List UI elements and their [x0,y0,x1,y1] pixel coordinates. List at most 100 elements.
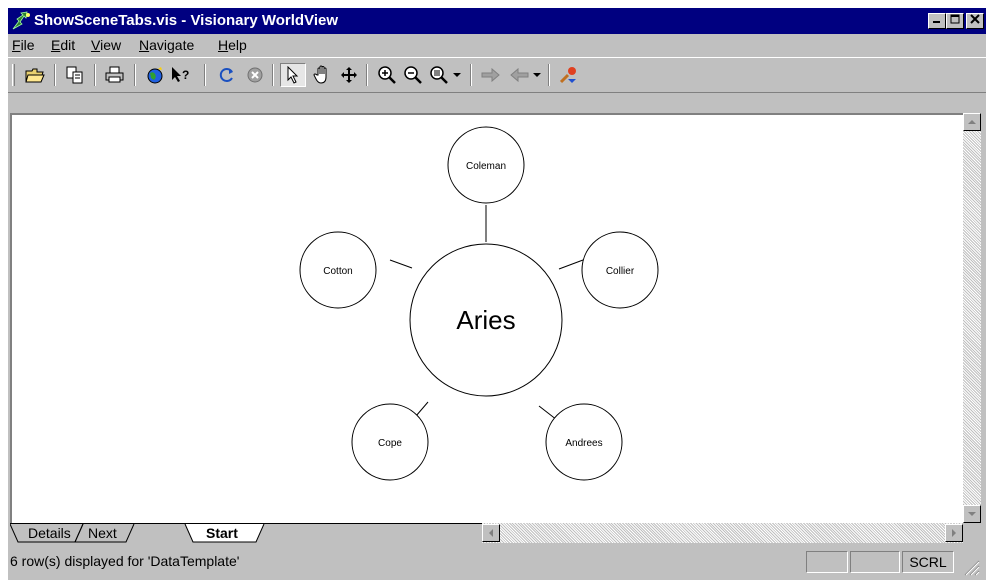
scene-graph[interactable]: Aries Coleman Collier Andrees Cope Cotto… [12,115,963,523]
tab-next[interactable]: Next [88,524,117,542]
node-coleman[interactable]: Coleman [447,126,525,204]
menu-edit[interactable]: Edit [51,37,75,53]
pan-tool-button[interactable] [310,63,336,87]
close-button[interactable] [966,13,984,29]
menu-navigate[interactable]: Navigate [139,37,194,53]
minimize-button[interactable] [928,13,946,29]
arrow-left-icon [489,529,493,537]
select-tool-button[interactable] [280,63,306,87]
node-cope[interactable]: Cope [351,403,429,481]
edge-cotton [389,259,413,269]
refresh-button[interactable] [214,63,240,87]
scroll-left-button[interactable] [482,524,500,542]
horizontal-scrollbar[interactable] [482,523,963,543]
zoom-out-button[interactable] [400,63,426,87]
open-button[interactable] [22,63,48,87]
title-bar[interactable]: ShowSceneTabs.vis - Visionary WorldView [8,8,986,34]
refresh-icon [219,68,233,82]
printer-icon [105,66,124,83]
back-icon [510,67,529,83]
node-cope-label: Cope [378,438,402,449]
stop-icon [247,67,263,83]
node-collier-label: Collier [606,266,635,277]
node-cotton-label: Cotton [323,266,352,277]
app-icon [12,11,30,30]
toolbar-separator [204,64,206,86]
forward-button[interactable] [478,63,504,87]
zoom-out-icon [404,66,422,84]
arrow-down-icon [968,512,976,516]
node-center-label: Aries [456,305,515,335]
toolbar-separator [54,64,56,86]
toolbar-separator [470,64,472,86]
toolbar-grip[interactable] [12,64,15,86]
link-icon [559,67,576,84]
copy-icon [66,66,83,84]
link-button[interactable] [556,63,582,87]
scroll-up-button[interactable] [963,113,981,131]
menu-view[interactable]: View [91,37,121,53]
status-bar: 6 row(s) displayed for 'DataTemplate' SC… [8,548,986,580]
status-pane-1 [806,551,848,573]
pan-hand-icon [313,65,327,84]
status-message: 6 row(s) displayed for 'DataTemplate' [10,553,240,569]
close-icon [970,14,980,24]
zoom-menu-icon [430,66,448,84]
toolbar-separator [366,64,368,86]
menu-bar: File Edit View Navigate Help [8,34,986,56]
scroll-down-button[interactable] [963,505,981,523]
toolbar-separator [94,64,96,86]
edge-cope [415,401,429,417]
arrow-up-icon [968,120,976,124]
toolbar-separator [134,64,136,86]
menu-help[interactable]: Help [218,37,247,53]
scene-canvas[interactable]: Aries Coleman Collier Andrees Cope Cotto… [10,113,963,523]
maximize-button[interactable] [946,13,964,29]
zoom-dropdown[interactable] [450,63,464,87]
globe-icon [147,67,163,84]
arrow-right-icon [952,529,956,537]
forward-icon [481,67,500,83]
toolbar-separator [272,64,274,86]
node-andrees-label: Andrees [565,438,602,449]
context-help-button[interactable]: ? [168,63,194,87]
resize-grip-icon[interactable] [962,558,980,576]
window-title: ShowSceneTabs.vis - Visionary WorldView [34,12,338,29]
node-coleman-label: Coleman [466,161,506,172]
open-folder-icon [25,68,45,83]
app-window: ShowSceneTabs.vis - Visionary WorldView … [8,8,986,580]
move-tool-button[interactable] [336,63,362,87]
chevron-down-icon [453,73,461,77]
back-dropdown[interactable] [530,63,544,87]
stop-button[interactable] [242,63,268,87]
zoom-options-button[interactable] [426,63,452,87]
toolbar: ? [8,57,986,93]
copy-button[interactable] [62,63,88,87]
maximize-icon [950,14,960,24]
select-arrow-icon [287,66,299,84]
zoom-in-button[interactable] [374,63,400,87]
edge-collier [558,259,584,270]
help-pointer-icon: ? [172,67,189,82]
print-button[interactable] [102,63,128,87]
status-pane-scrl: SCRL [902,551,954,573]
minimize-icon [933,21,940,23]
node-center[interactable]: Aries [409,243,563,397]
toolbar-separator [548,64,550,86]
tab-start[interactable]: Start [206,524,238,542]
vertical-scrollbar[interactable] [963,113,981,523]
back-button[interactable] [506,63,532,87]
scroll-right-button[interactable] [945,524,963,542]
node-cotton[interactable]: Cotton [299,231,377,309]
node-collier[interactable]: Collier [581,231,659,309]
status-pane-2 [850,551,900,573]
zoom-in-icon [378,66,396,84]
move-cross-icon [341,67,357,83]
tab-details[interactable]: Details [28,524,71,542]
svg-text:?: ? [182,68,189,82]
globe-button[interactable] [142,63,168,87]
node-andrees[interactable]: Andrees [545,403,623,481]
chevron-down-icon [533,73,541,77]
tab-outlines [10,523,482,543]
menu-file[interactable]: File [12,37,35,53]
